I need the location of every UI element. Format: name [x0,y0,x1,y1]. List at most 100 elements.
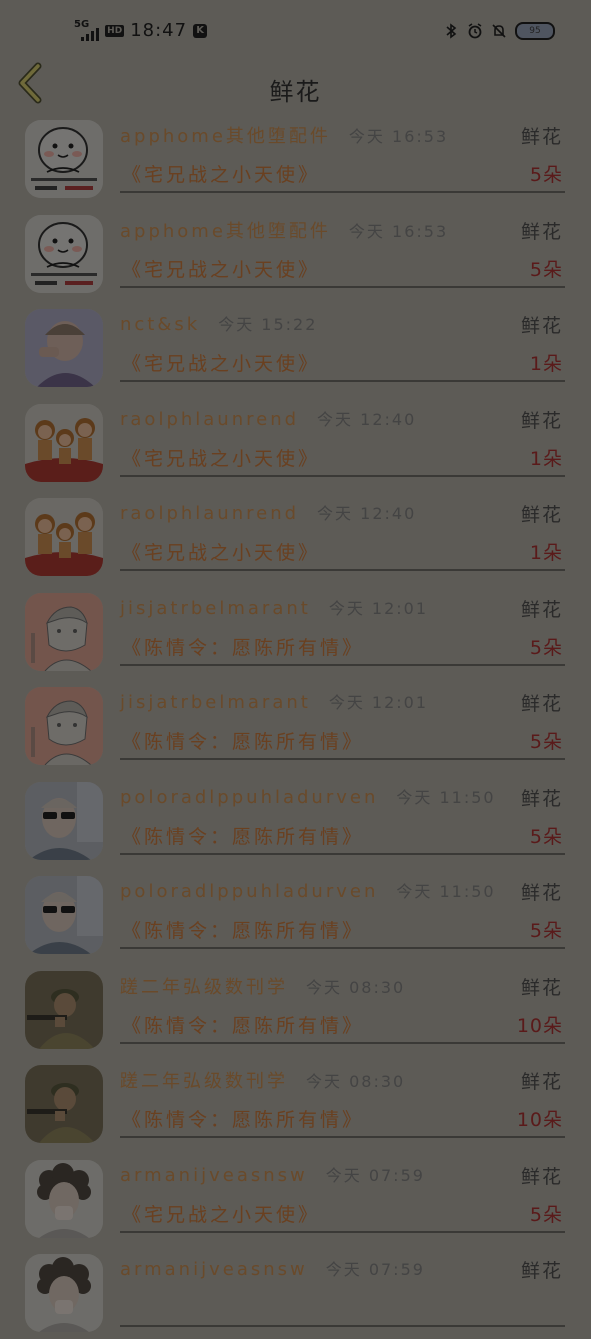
divider [120,663,565,666]
book-title[interactable]: 《宅兄战之小天使》 [122,160,320,187]
gift-time: 今天 12:01 [328,693,429,712]
book-title[interactable]: 《陈情令：愿陈所有情》 [122,633,364,660]
sender-name[interactable]: apphome其他堕配件 [120,126,331,147]
sender-name[interactable]: apphome其他堕配件 [120,221,331,242]
gift-count: 1朵 [529,542,563,564]
gift-type: 鲜花 [520,693,563,715]
divider [120,852,565,855]
avatar[interactable] [25,970,103,1049]
gift-type: 鲜花 [520,126,563,148]
sender-name[interactable]: jisjatrbelmarant [120,598,311,619]
avatar[interactable] [25,309,103,387]
divider [120,1325,565,1327]
battery-icon: 95 [515,22,555,40]
book-title[interactable]: 《宅兄战之小天使》 [122,1200,320,1227]
sender-name-line: raolphlaunrend 今天 12:40 [120,500,416,524]
gift-record-row[interactable]: raolphlaunrend 今天 12:40 鲜花 《宅兄战之小天使》 1朵 [0,394,591,489]
network-type: 5G [74,18,90,30]
gift-time: 今天 12:40 [317,504,417,523]
sender-name-line: 蹉二年弘级数刊学 今天 08:30 [120,1067,405,1093]
sender-name[interactable]: 蹉二年弘级数刊学 [120,977,288,998]
k-badge: K [193,23,208,38]
sender-name[interactable]: raolphlaunrend [120,503,299,524]
sender-name[interactable]: armanijveasnsw [120,1259,308,1280]
sender-name[interactable]: poloradlppuhladurven [120,787,378,808]
gift-type: 鲜花 [520,1165,563,1188]
book-title[interactable]: 《陈情令：愿陈所有情》 [122,1011,364,1038]
avatar[interactable] [25,1254,103,1332]
gift-type: 鲜花 [520,409,563,432]
divider [120,285,565,288]
divider [120,380,565,382]
avatar[interactable] [25,592,103,671]
sender-name[interactable]: armanijveasnsw [120,1165,308,1186]
sender-name[interactable]: nct&sk [120,314,200,335]
avatar[interactable] [25,120,103,198]
gift-time: 今天 08:30 [306,977,406,997]
gift-record-row[interactable]: apphome其他堕配件 今天 16:53 鲜花 《宅兄战之小天使》 5朵 [0,205,591,300]
sender-name[interactable]: jisjatrbelmarant [120,692,311,713]
gift-type: 鲜花 [520,882,563,904]
book-title[interactable]: 《宅兄战之小天使》 [122,538,320,565]
avatar[interactable] [25,781,103,860]
divider [120,474,565,477]
gift-record-row[interactable]: poloradlppuhladurven 今天 11:50 鲜花 《陈情令：愿陈所有情… [0,772,591,867]
sender-name[interactable]: raolphlaunrend [120,409,299,430]
gift-record-row[interactable]: 蹉二年弘级数刊学 今天 08:30 鲜花 《陈情令：愿陈所有情》 10朵 [0,1055,591,1150]
page-title: 鲜花 [269,78,322,106]
gift-record-row[interactable]: apphome其他堕配件 今天 16:53 鲜花《宅兄战之小天使》 5朵 [0,110,591,205]
sender-name-line: poloradlppuhladurven 今天 11:50 [120,878,496,902]
gift-record-row[interactable]: 蹉二年弘级数刊学 今天 08:30 鲜花《陈情令：愿陈所有情》 10朵 [0,961,591,1056]
avatar[interactable] [25,687,103,765]
avatar[interactable] [25,876,103,954]
book-title[interactable]: 《陈情令：愿陈所有情》 [122,916,364,943]
gift-type: 鲜花 [520,1260,563,1282]
sender-name-line: armanijveasnsw 今天 07:59 [120,1162,425,1186]
gift-type: 鲜花 [520,315,563,337]
gift-type: 鲜花 [520,220,563,243]
gift-record-row[interactable]: raolphlaunrend 今天 12:40 鲜花《宅兄战之小天使》 1朵 [0,488,591,583]
sender-name-line: apphome其他堕配件 今天 16:53 [120,217,448,243]
gift-record-row[interactable]: armanijveasnsw 今天 07:59 鲜花 [0,1244,591,1339]
avatar[interactable] [25,214,103,293]
gift-count: 1朵 [529,353,563,375]
gift-count: 5朵 [529,731,563,753]
gift-count: 10朵 [516,1014,563,1037]
avatar[interactable] [25,498,103,576]
book-title[interactable]: 《陈情令：愿陈所有情》 [122,727,364,754]
divider [120,947,565,949]
sender-name[interactable]: 蹉二年弘级数刊学 [120,1071,288,1092]
hd-badge: HD [105,24,125,37]
gift-time: 今天 12:40 [317,409,417,429]
divider [120,1041,565,1044]
book-title[interactable]: 《陈情令：愿陈所有情》 [122,1105,364,1132]
gift-type: 鲜花 [520,976,563,999]
book-title[interactable]: 《陈情令：愿陈所有情》 [122,822,364,849]
clock-time: 18:47 [130,20,188,41]
status-bar: 5G HD 18:47 K 95 [0,0,591,60]
divider [120,1136,565,1138]
gift-count: 5朵 [529,164,563,186]
gift-time: 今天 16:53 [348,127,449,146]
nav-bar: 鲜花 [0,60,591,116]
gift-time: 今天 07:59 [325,1260,425,1279]
gift-record-row[interactable]: poloradlppuhladurven 今天 11:50 鲜花《陈情令：愿陈所有情… [0,866,591,961]
gift-record-row[interactable]: armanijveasnsw 今天 07:59 鲜花 《宅兄战之小天使》 5朵 [0,1150,591,1245]
avatar[interactable] [25,1065,103,1143]
gift-record-row[interactable]: jisjatrbelmarant 今天 12:01 鲜花 《陈情令：愿陈所有情》 5朵 [0,583,591,678]
gift-time: 今天 12:01 [328,598,429,618]
divider [120,191,565,193]
book-title[interactable]: 《宅兄战之小天使》 [122,349,320,376]
avatar[interactable] [25,403,103,482]
sender-name-line: apphome其他堕配件 今天 16:53 [120,122,448,148]
avatar[interactable] [25,1159,103,1238]
book-title[interactable]: 《宅兄战之小天使》 [122,255,320,282]
divider [120,569,565,571]
gift-count: 5朵 [529,825,563,848]
sender-name[interactable]: poloradlppuhladurven [120,881,378,902]
gift-type: 鲜花 [520,504,563,526]
gift-record-row[interactable]: nct&sk 今天 15:22 鲜花 《宅兄战之小天使》 1朵 [0,299,591,394]
book-title[interactable]: 《宅兄战之小天使》 [122,444,320,471]
gift-record-row[interactable]: jisjatrbelmarant 今天 12:01 鲜花《陈情令：愿陈所有情》 5朵 [0,677,591,772]
bluetooth-icon [446,23,457,39]
